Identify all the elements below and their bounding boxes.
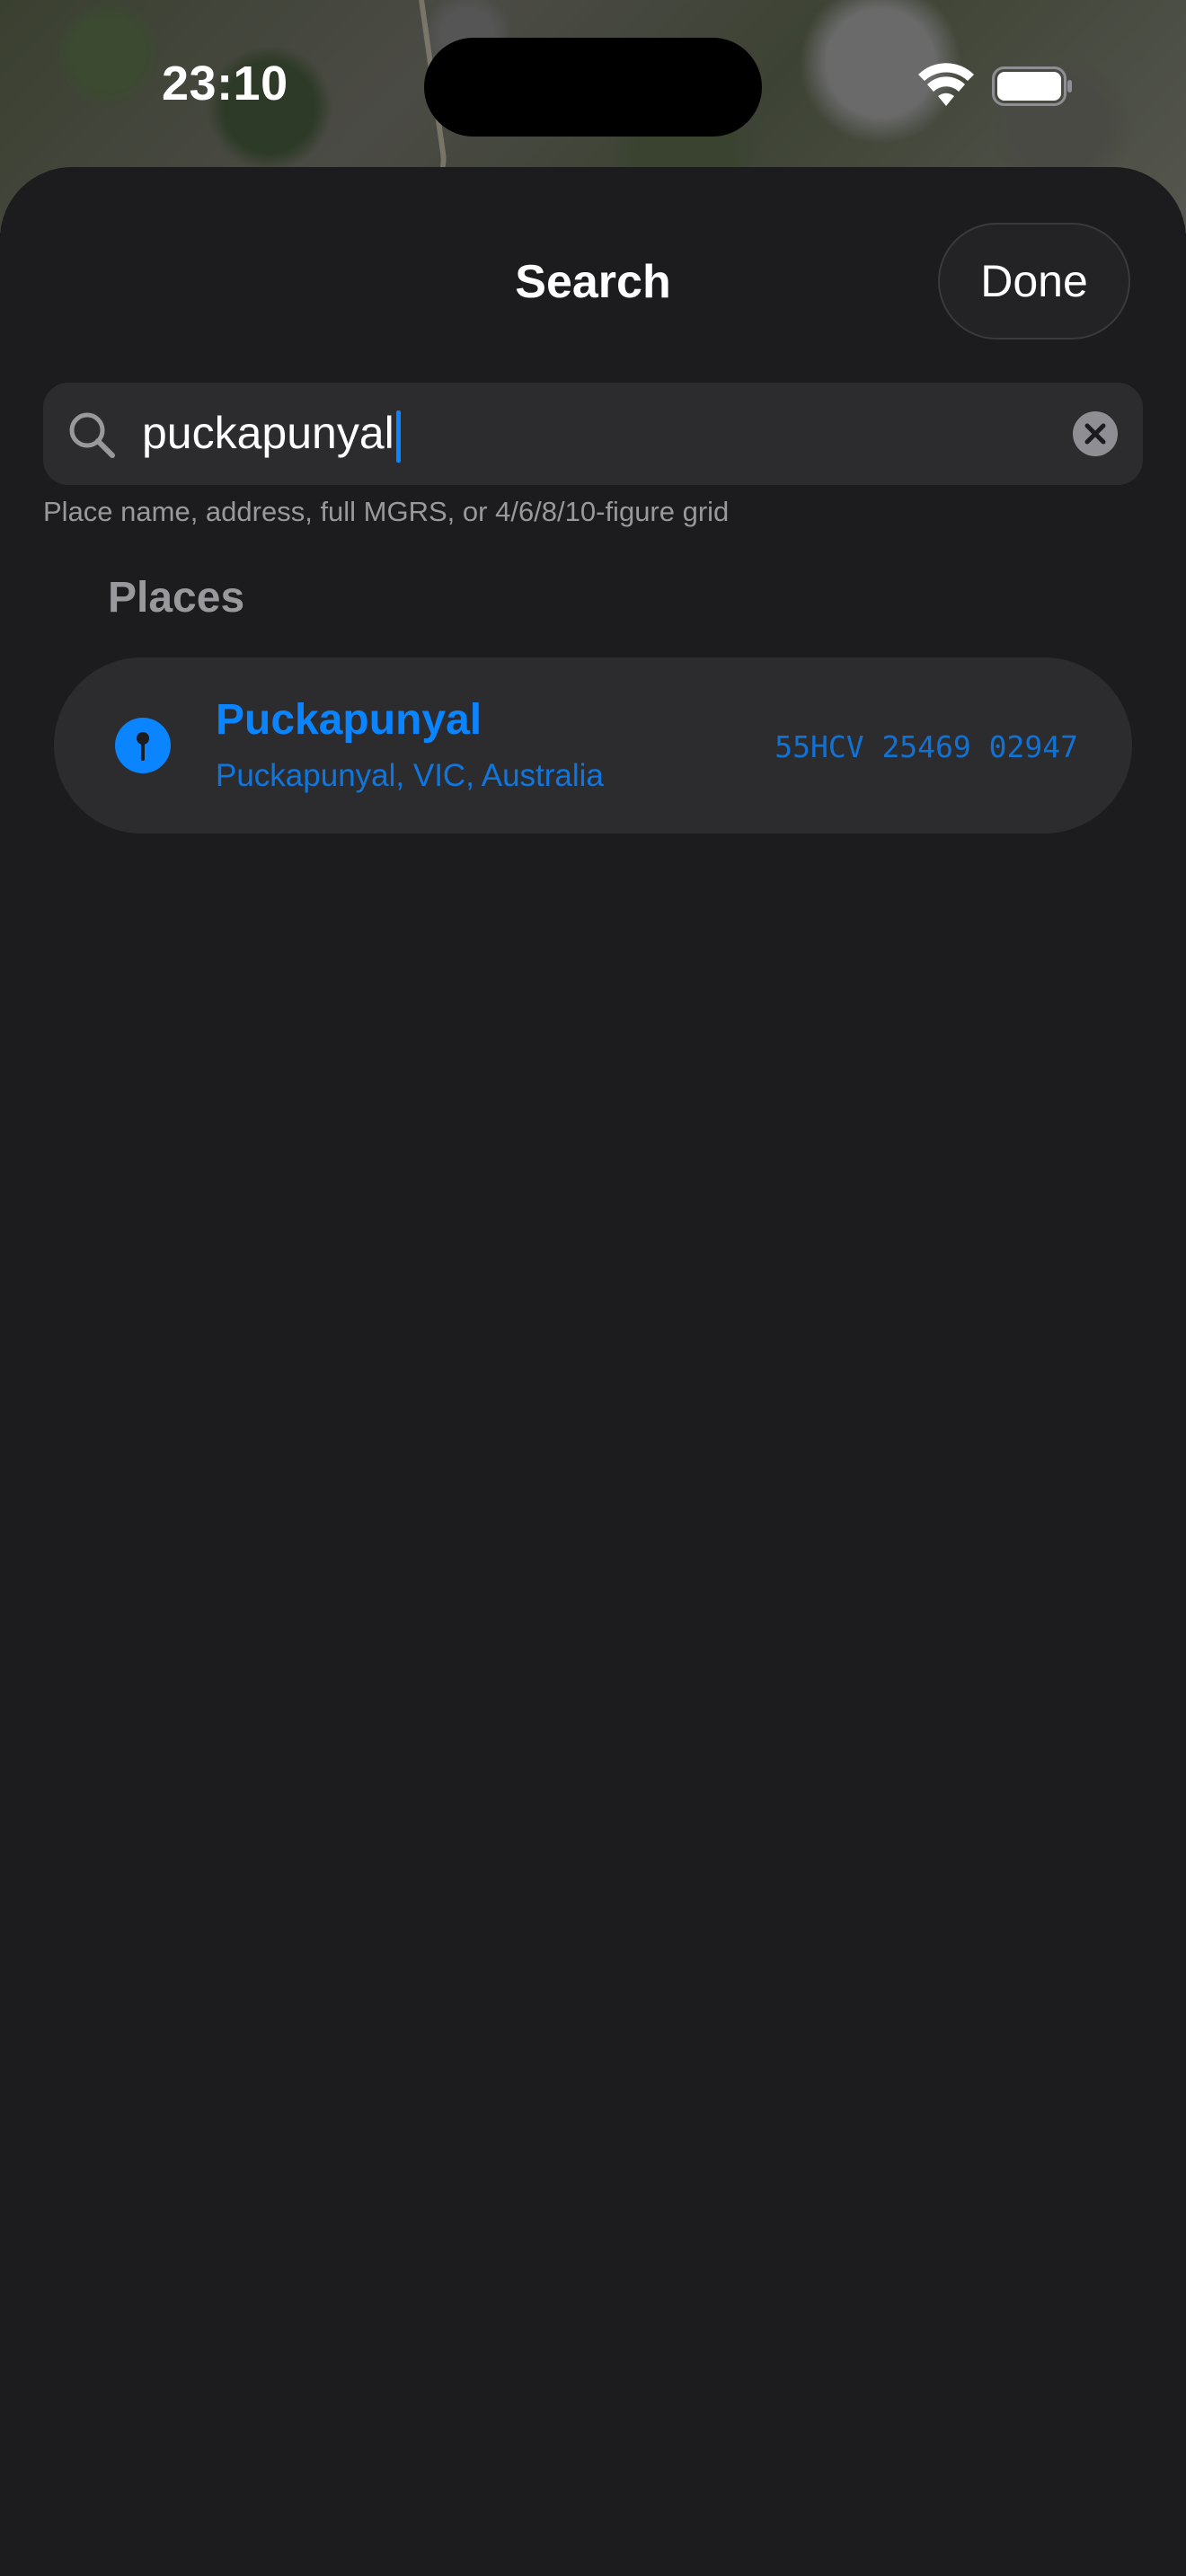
clear-icon[interactable] [1073,411,1118,456]
search-sheet: Search Done puckapunyal Place name, addr… [0,167,1186,2576]
battery-icon [992,66,1072,106]
wifi-icon [918,63,974,106]
search-input-value: puckapunyal [142,408,394,458]
result-grid-reference: 55HCV 25469 02947 [774,729,1078,764]
screen: 23:10 Search Done puckapunyal Place name… [0,0,1186,2576]
search-input[interactable]: puckapunyal [142,406,401,463]
search-field[interactable]: puckapunyal [43,383,1143,485]
status-time: 23:10 [162,57,288,110]
pin-icon [115,718,171,773]
section-header-places: Places [108,574,245,622]
text-caret [395,410,401,463]
done-button[interactable]: Done [938,223,1130,340]
dynamic-island [424,38,762,137]
search-icon [69,412,115,458]
result-title: Puckapunyal [216,696,482,744]
result-subtitle: Puckapunyal, VIC, Australia [216,758,604,793]
search-hint: Place name, address, full MGRS, or 4/6/8… [43,496,730,527]
list-item[interactable]: Puckapunyal Puckapunyal, VIC, Australia … [54,657,1132,834]
status-bar: 23:10 [0,0,1186,171]
